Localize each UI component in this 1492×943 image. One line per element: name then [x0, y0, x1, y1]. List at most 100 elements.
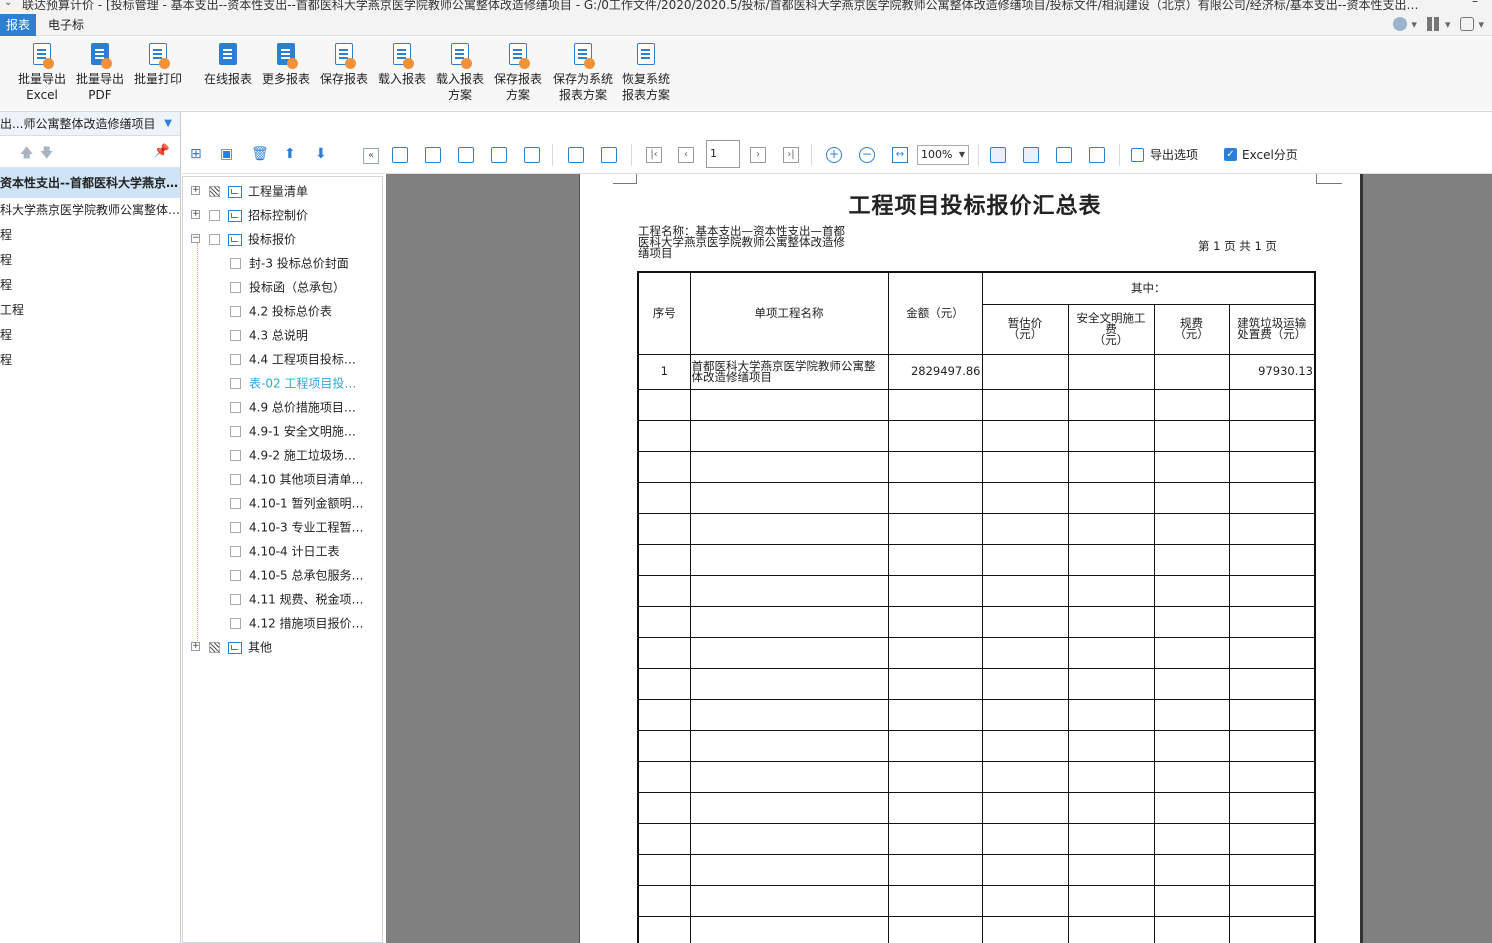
- project-selector[interactable]: 出...师公寓整体改造修缮项目 ▼: [0, 112, 180, 136]
- prev-page-icon[interactable]: ‹: [678, 147, 694, 163]
- checkbox[interactable]: [230, 474, 241, 485]
- shade-icon[interactable]: [458, 147, 474, 163]
- minimize-button[interactable]: –: [1472, 0, 1478, 8]
- tree-node[interactable]: + 招标控制价: [191, 203, 308, 227]
- batch-export-excel-button[interactable]: 批量导出 Excel: [13, 43, 71, 103]
- tree-node[interactable]: 封-3 投标总价封面: [230, 251, 349, 275]
- page-number-input[interactable]: 1: [706, 140, 740, 168]
- tree-node[interactable]: 4.10-3 专业工程暂…: [230, 515, 364, 539]
- tree-node[interactable]: 4.9-1 安全文明施…: [230, 419, 356, 443]
- expand-icon[interactable]: +: [191, 186, 200, 195]
- checkbox[interactable]: [230, 570, 241, 581]
- first-page-icon[interactable]: |‹: [646, 147, 662, 163]
- export-pdf-icon[interactable]: [1089, 147, 1105, 163]
- tree-node[interactable]: + 其他: [191, 635, 272, 659]
- tree-node[interactable]: 4.10-4 计日工表: [230, 539, 340, 563]
- tree-node[interactable]: 4.2 投标总价表: [230, 299, 332, 323]
- grid-icon[interactable]: [1426, 17, 1441, 31]
- checkbox[interactable]: [209, 210, 220, 221]
- checkbox[interactable]: [230, 498, 241, 509]
- tree-node[interactable]: 4.10-1 暂列金额明…: [230, 491, 364, 515]
- load-report-button[interactable]: 载入报表: [373, 43, 431, 87]
- tree-node[interactable]: 4.9 总价措施项目…: [230, 395, 356, 419]
- list-item[interactable]: 工程: [0, 298, 180, 323]
- export-options-button[interactable]: 导出选项: [1150, 147, 1198, 163]
- collapse-panel-icon[interactable]: «: [363, 148, 379, 164]
- export-word-icon[interactable]: [1023, 147, 1039, 163]
- online-report-button[interactable]: 在线报表: [199, 43, 257, 87]
- checkbox[interactable]: [209, 234, 220, 245]
- expand-icon[interactable]: +: [191, 210, 200, 219]
- arrow-up-icon[interactable]: 🡅: [20, 144, 33, 166]
- batch-print-button[interactable]: 批量打印: [129, 43, 187, 87]
- checkbox[interactable]: [230, 306, 241, 317]
- list-item[interactable]: 程: [0, 223, 180, 248]
- tree-node[interactable]: 4.4 工程项目投标…: [230, 347, 356, 371]
- more-reports-button[interactable]: 更多报表: [257, 43, 315, 87]
- tree-node[interactable]: 4.10-5 总承包服务…: [230, 563, 364, 587]
- list-item[interactable]: 程: [0, 348, 180, 373]
- add-report-icon[interactable]: ⊞: [190, 146, 202, 162]
- user-icon[interactable]: [1393, 17, 1408, 31]
- checkbox[interactable]: [230, 594, 241, 605]
- tab-electronic-bid[interactable]: 电子标: [42, 14, 90, 36]
- tree-node[interactable]: − 投标报价: [191, 227, 296, 251]
- excel-paging-checkbox[interactable]: ✓: [1224, 148, 1237, 161]
- checkbox[interactable]: [230, 378, 241, 389]
- upload-icon[interactable]: [1460, 17, 1475, 31]
- zoom-in-icon[interactable]: +: [826, 147, 842, 163]
- tree-node[interactable]: 4.11 规费、税金项…: [230, 587, 364, 611]
- copy-report-icon[interactable]: [601, 147, 617, 163]
- restore-system-scheme-button[interactable]: 恢复系统 报表方案: [617, 43, 675, 103]
- chevron-down-icon[interactable]: ▼: [959, 146, 965, 164]
- collapse-icon[interactable]: −: [191, 234, 200, 243]
- tree-node[interactable]: 投标函（总承包）: [230, 275, 345, 299]
- checkbox[interactable]: [209, 642, 220, 653]
- load-report-scheme-button[interactable]: 载入报表 方案: [431, 43, 489, 103]
- list-item[interactable]: 程: [0, 273, 180, 298]
- chevron-down-icon[interactable]: ⌄: [4, 0, 12, 8]
- batch-export-pdf-button[interactable]: 批量导出 PDF: [71, 43, 129, 103]
- save-report-scheme-button[interactable]: 保存报表 方案: [489, 43, 547, 103]
- save-report-button[interactable]: 保存报表: [315, 43, 373, 87]
- arrow-down-icon[interactable]: 🡇: [40, 144, 53, 166]
- checkbox[interactable]: [230, 354, 241, 365]
- chevron-down-icon[interactable]: ▼: [164, 112, 172, 135]
- checkbox[interactable]: [230, 546, 241, 557]
- list-item[interactable]: 科大学燕京医学院教师公寓整体…: [0, 198, 180, 223]
- design-icon[interactable]: [425, 147, 441, 163]
- checkbox[interactable]: [230, 282, 241, 293]
- fit-width-icon[interactable]: ↔: [892, 147, 908, 163]
- chevron-down-icon[interactable]: ▾: [1478, 18, 1484, 31]
- move-down-icon[interactable]: ⬇: [315, 146, 327, 162]
- next-page-icon[interactable]: ›: [750, 147, 766, 163]
- list-item[interactable]: 资本性支出--首都医科大学燕京…: [0, 168, 180, 198]
- save-as-system-scheme-button[interactable]: 保存为系统 报表方案: [552, 43, 614, 103]
- checkbox[interactable]: [230, 330, 241, 341]
- add-folder-icon[interactable]: ▣: [220, 146, 233, 162]
- print-preview-icon[interactable]: [524, 147, 540, 163]
- checkbox[interactable]: [230, 402, 241, 413]
- checkbox[interactable]: [230, 618, 241, 629]
- tree-node[interactable]: 4.3 总说明: [230, 323, 308, 347]
- list-item[interactable]: 程: [0, 248, 180, 273]
- move-up-icon[interactable]: ⬆: [284, 146, 296, 162]
- checkbox[interactable]: [230, 258, 241, 269]
- export-image-icon[interactable]: [1056, 147, 1072, 163]
- checkbox[interactable]: [230, 450, 241, 461]
- edit-icon[interactable]: [392, 147, 408, 163]
- tree-node[interactable]: + 工程量清单: [191, 179, 308, 203]
- pin-icon[interactable]: 📌: [154, 144, 170, 159]
- tree-node[interactable]: 4.12 措施项目报价…: [230, 611, 364, 635]
- list-item[interactable]: 程: [0, 323, 180, 348]
- last-page-icon[interactable]: ›|: [783, 147, 799, 163]
- tree-node-selected[interactable]: 表-02 工程项目投…: [230, 371, 356, 395]
- zoom-select[interactable]: 100% ▼: [917, 145, 969, 165]
- page-setup-icon[interactable]: [568, 147, 584, 163]
- tab-report[interactable]: 报表: [0, 14, 36, 36]
- zoom-out-icon[interactable]: −: [859, 147, 875, 163]
- delete-icon[interactable]: 🗑: [251, 146, 269, 162]
- expand-icon[interactable]: +: [191, 642, 200, 651]
- export-excel-icon[interactable]: [990, 147, 1006, 163]
- checkbox[interactable]: [230, 522, 241, 533]
